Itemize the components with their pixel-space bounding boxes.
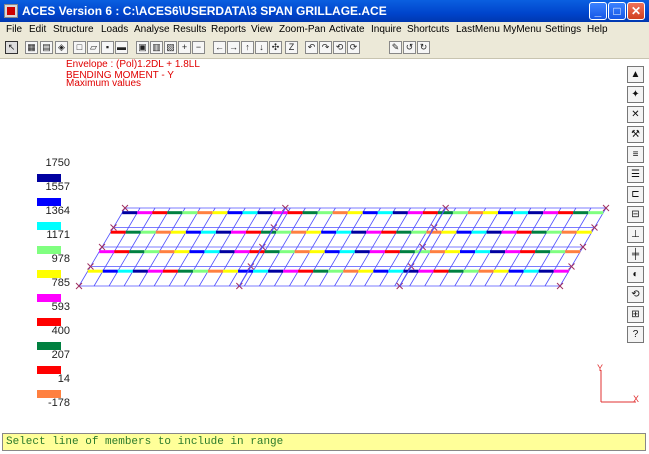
- pan-left-icon[interactable]: ←: [213, 41, 226, 54]
- menu-help[interactable]: Help: [587, 24, 608, 35]
- menu-results[interactable]: Results: [173, 24, 206, 35]
- menu-lastmenu[interactable]: LastMenu: [456, 24, 500, 35]
- grid-icon[interactable]: ▦: [25, 41, 38, 54]
- menu-zoom-pan[interactable]: Zoom-Pan: [279, 24, 326, 35]
- close-button[interactable]: ✕: [627, 2, 645, 20]
- rotate-reset-icon[interactable]: ⟳: [347, 41, 360, 54]
- rotate-y-icon[interactable]: ↷: [319, 41, 332, 54]
- load-icon[interactable]: ◈: [55, 41, 68, 54]
- rotate-x-icon[interactable]: ↶: [305, 41, 318, 54]
- print-icon[interactable]: ▬: [115, 41, 128, 54]
- move-icon[interactable]: ✣: [269, 41, 282, 54]
- menu-file[interactable]: File: [6, 24, 22, 35]
- pan-up-icon[interactable]: ↑: [241, 41, 254, 54]
- z-axis-icon[interactable]: Z: [285, 41, 298, 54]
- app-window: ACES Version 6 : C:\ACES6\USERDATA\3 SPA…: [0, 0, 649, 454]
- zoom-out-icon[interactable]: −: [192, 41, 205, 54]
- table-icon[interactable]: ▥: [150, 41, 163, 54]
- menu-activate[interactable]: Activate: [329, 24, 365, 35]
- frame-icon[interactable]: ▤: [40, 41, 53, 54]
- toolbar: ↖ ▦ ▤ ◈ □ ▱ ▪ ▬ ▣ ▥ ▧ + − ← → ↑ ↓ ✣ Z ↶ …: [0, 39, 649, 59]
- app-icon[interactable]: [4, 4, 18, 18]
- menu-analyse[interactable]: Analyse: [134, 24, 170, 35]
- redraw-icon[interactable]: ▧: [164, 41, 177, 54]
- window-title: ACES Version 6 : C:\ACES6\USERDATA\3 SPA…: [22, 4, 387, 18]
- menu-view[interactable]: View: [251, 24, 273, 35]
- menu-settings[interactable]: Settings: [545, 24, 581, 35]
- title-bar[interactable]: ACES Version 6 : C:\ACES6\USERDATA\3 SPA…: [0, 0, 649, 22]
- save-icon[interactable]: ▪: [101, 41, 114, 54]
- menu-bar: File Edit Structure Loads Analyse Result…: [0, 22, 649, 39]
- rotate-z-icon[interactable]: ⟲: [333, 41, 346, 54]
- menu-edit[interactable]: Edit: [29, 24, 46, 35]
- display-icon[interactable]: ▣: [136, 41, 149, 54]
- redo-icon[interactable]: ↻: [417, 41, 430, 54]
- menu-reports[interactable]: Reports: [211, 24, 246, 35]
- axis-y-label: Y: [597, 363, 603, 373]
- select-tool-icon[interactable]: ↖: [5, 41, 18, 54]
- menu-structure[interactable]: Structure: [53, 24, 94, 35]
- axis-x-label: X: [633, 394, 639, 404]
- minimize-button[interactable]: _: [589, 2, 607, 20]
- pan-right-icon[interactable]: →: [227, 41, 240, 54]
- drawing-canvas[interactable]: Envelope : (Pol)1.2DL + 1.8LL BENDING MO…: [0, 59, 649, 433]
- menu-shortcuts[interactable]: Shortcuts: [407, 24, 449, 35]
- new-file-icon[interactable]: □: [73, 41, 86, 54]
- maximize-button[interactable]: □: [608, 2, 626, 20]
- open-folder-icon[interactable]: ▱: [87, 41, 100, 54]
- pan-down-icon[interactable]: ↓: [255, 41, 268, 54]
- paint-icon[interactable]: ✎: [389, 41, 402, 54]
- undo-icon[interactable]: ↺: [403, 41, 416, 54]
- zoom-in-icon[interactable]: +: [178, 41, 191, 54]
- status-bar: Select line of members to include in ran…: [2, 433, 646, 451]
- axis-indicator: Y X: [597, 363, 639, 404]
- menu-inquire[interactable]: Inquire: [371, 24, 402, 35]
- menu-mymenu[interactable]: MyMenu: [503, 24, 541, 35]
- menu-loads[interactable]: Loads: [101, 24, 128, 35]
